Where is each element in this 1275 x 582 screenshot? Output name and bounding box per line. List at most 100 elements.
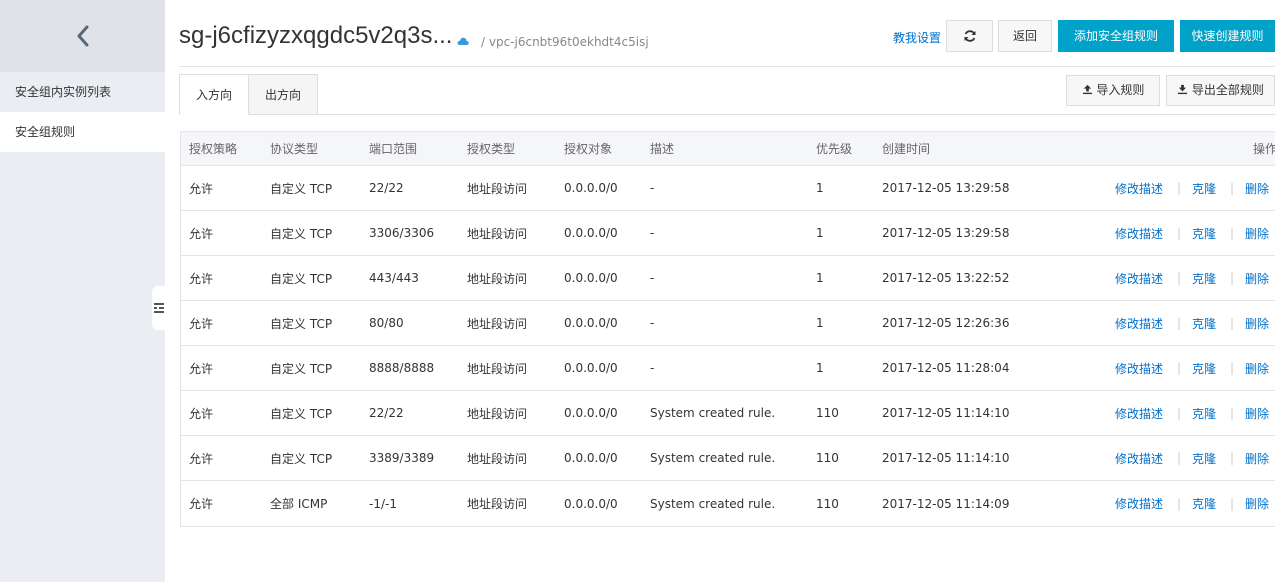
table-header: 授权策略 协议类型 端口范围 授权类型 授权对象 描述 优先级 创建时间 操作 <box>181 132 1275 166</box>
rule-created-time: 2017-12-05 11:28:04 <box>882 361 1010 375</box>
rule-created-time: 2017-12-05 11:14:10 <box>882 406 1010 420</box>
export-all-rules-button[interactable]: 导出全部规则 <box>1166 75 1275 106</box>
rule-auth-type: 地址段访问 <box>467 271 528 286</box>
table-row: 允许 自定义 TCP 3389/3389 地址段访问 0.0.0.0/0 System c… <box>181 436 1275 481</box>
delete-link[interactable]: 删除 <box>1245 481 1269 526</box>
table-row: 允许 自定义 TCP 80/80 地址段访问 0.0.0.0/0 - 1 2017-12-05… <box>181 301 1275 346</box>
sidebar-item-rules[interactable]: 安全组规则 <box>0 112 165 152</box>
delete-link[interactable]: 删除 <box>1245 301 1269 345</box>
clone-link[interactable]: 克隆 <box>1192 481 1216 526</box>
tab-outbound[interactable]: 出方向 <box>249 74 318 115</box>
rule-protocol: 自定义 TCP <box>270 271 333 286</box>
import-rules-label: 导入规则 <box>1096 83 1145 97</box>
rule-auth-type: 地址段访问 <box>467 497 528 511</box>
edit-description-link[interactable]: 修改描述 <box>1115 481 1163 526</box>
action-separator: | <box>1177 496 1182 511</box>
delete-link[interactable]: 删除 <box>1245 166 1269 210</box>
action-separator: | <box>1177 271 1182 285</box>
back-text-button[interactable]: 返回 <box>998 20 1052 52</box>
rule-priority: 110 <box>816 496 839 511</box>
rule-priority: 110 <box>816 451 839 465</box>
action-separator: | <box>1230 226 1235 240</box>
column-header: 授权对象 <box>564 142 613 156</box>
rule-auth-object: 0.0.0.0/0 <box>564 271 618 285</box>
rule-priority: 110 <box>816 406 839 420</box>
back-button[interactable] <box>0 0 165 72</box>
delete-link[interactable]: 删除 <box>1245 391 1269 435</box>
sidebar-item-instances[interactable]: 安全组内实例列表 <box>0 72 165 112</box>
import-rules-button[interactable]: 导入规则 <box>1066 75 1160 106</box>
action-separator: | <box>1177 451 1182 465</box>
rule-created-time: 2017-12-05 11:14:09 <box>882 496 1010 511</box>
delete-link[interactable]: 删除 <box>1245 436 1269 480</box>
collapse-sidebar-button[interactable] <box>152 286 166 330</box>
rule-auth-type: 地址段访问 <box>467 316 528 331</box>
rule-auth-type: 地址段访问 <box>467 406 528 421</box>
rule-port-range: -1/-1 <box>369 496 397 511</box>
delete-link[interactable]: 删除 <box>1245 211 1269 255</box>
clone-link[interactable]: 克隆 <box>1192 256 1216 300</box>
edit-description-link[interactable]: 修改描述 <box>1115 166 1163 210</box>
edit-description-link[interactable]: 修改描述 <box>1115 391 1163 435</box>
rule-description: - <box>650 271 655 285</box>
export-all-rules-label: 导出全部规则 <box>1191 83 1264 97</box>
delete-link[interactable]: 删除 <box>1245 346 1269 390</box>
edit-description-link[interactable]: 修改描述 <box>1115 301 1163 345</box>
action-separator: | <box>1177 406 1182 420</box>
tab-inbound[interactable]: 入方向 <box>179 74 249 115</box>
clone-link[interactable]: 克隆 <box>1192 436 1216 480</box>
rule-protocol: 自定义 TCP <box>270 181 333 196</box>
rule-priority: 1 <box>816 316 824 330</box>
vpc-id: / vpc-j6cnbt96t0ekhdt4c5isj <box>481 35 649 49</box>
table-row: 允许 自定义 TCP 3306/3306 地址段访问 0.0.0.0/0 - 1 2017-1… <box>181 211 1275 256</box>
main-content: sg-j6cfizyzxqgdc5v2q3s... / vpc-j6cnbt96… <box>165 0 1275 582</box>
rule-port-range: 80/80 <box>369 316 404 330</box>
collapse-menu-icon <box>154 303 164 313</box>
rule-policy: 允许 <box>189 271 214 286</box>
cloud-icon <box>457 37 469 45</box>
header-divider <box>179 66 1275 67</box>
clone-link[interactable]: 克隆 <box>1192 391 1216 435</box>
delete-link[interactable]: 删除 <box>1245 256 1269 300</box>
rule-created-time: 2017-12-05 13:29:58 <box>882 181 1010 195</box>
rule-auth-type: 地址段访问 <box>467 451 528 466</box>
rule-description: - <box>650 181 655 195</box>
rule-description: System created rule. <box>650 451 776 465</box>
help-link[interactable]: 教我设置 <box>893 29 941 46</box>
rule-protocol: 自定义 TCP <box>270 406 333 421</box>
edit-description-link[interactable]: 修改描述 <box>1115 256 1163 300</box>
rule-auth-object: 0.0.0.0/0 <box>564 451 618 465</box>
edit-description-link[interactable]: 修改描述 <box>1115 346 1163 390</box>
quick-create-rule-button[interactable]: 快速创建规则 <box>1180 20 1275 52</box>
rule-auth-object: 0.0.0.0/0 <box>564 181 618 195</box>
rule-policy: 允许 <box>189 316 214 331</box>
add-rule-button[interactable]: 添加安全组规则 <box>1058 20 1174 52</box>
column-header: 操作 <box>1253 142 1275 156</box>
column-header: 创建时间 <box>882 142 931 156</box>
action-separator: | <box>1177 361 1182 375</box>
column-header: 描述 <box>650 142 675 156</box>
edit-description-link[interactable]: 修改描述 <box>1115 211 1163 255</box>
column-header: 协议类型 <box>270 142 319 156</box>
clone-link[interactable]: 克隆 <box>1192 346 1216 390</box>
rule-auth-type: 地址段访问 <box>467 226 528 241</box>
refresh-button[interactable] <box>946 20 993 52</box>
rule-protocol: 自定义 TCP <box>270 451 333 466</box>
rule-port-range: 3306/3306 <box>369 226 435 240</box>
edit-description-link[interactable]: 修改描述 <box>1115 436 1163 480</box>
clone-link[interactable]: 克隆 <box>1192 301 1216 345</box>
clone-link[interactable]: 克隆 <box>1192 211 1216 255</box>
rule-auth-type: 地址段访问 <box>467 361 528 376</box>
rule-auth-object: 0.0.0.0/0 <box>564 226 618 240</box>
table-body: 允许 自定义 TCP 22/22 地址段访问 0.0.0.0/0-1 2017-12-05… <box>181 166 1275 526</box>
rule-protocol: 自定义 TCP <box>270 226 333 241</box>
rule-protocol: 自定义 TCP <box>270 361 333 376</box>
rule-priority: 1 <box>816 271 824 285</box>
table-row: 允许 自定义 TCP 22/22 地址段访问 0.0.0.0/0 System creat… <box>181 391 1275 436</box>
rule-port-range: 443/443 <box>369 271 419 285</box>
rule-policy: 允许 <box>189 497 214 511</box>
clone-link[interactable]: 克隆 <box>1192 166 1216 210</box>
rule-policy: 允许 <box>189 406 214 421</box>
rule-priority: 1 <box>816 181 824 195</box>
action-separator: | <box>1230 361 1235 375</box>
